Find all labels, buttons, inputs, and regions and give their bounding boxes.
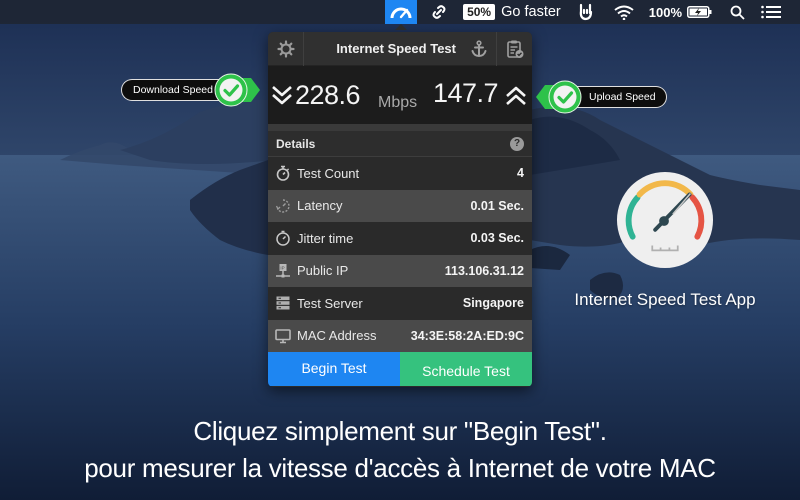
list-icon[interactable] [760,0,782,24]
detail-value: 113.106.31.12 [444,263,524,278]
pin-button[interactable] [466,32,492,66]
speedometer-app-icon [616,171,714,269]
upload-speed-value: 147.7 [433,78,499,108]
download-speed-value: 228.6 [295,79,361,110]
upload-speed-label: Upload Speed [569,86,667,108]
download-speed-callout: Download Speed [121,73,260,107]
gear-icon [276,39,295,58]
detail-row-test-count: Test Count 4 [268,157,532,190]
detail-label: Latency [297,198,343,214]
detail-value: 0.03 Sec. [470,231,524,246]
detail-label: Test Server [297,295,363,311]
monitor-icon [274,327,292,345]
latency-icon [274,197,292,215]
boost-badge[interactable]: 50% [463,4,496,20]
stopwatch-icon [274,164,292,182]
details-header: Details ? [268,131,532,157]
detail-value: 4 [517,166,524,181]
panel-title: Internet Speed Test [336,41,456,56]
begin-test-button[interactable]: Begin Test [268,352,400,386]
detail-value: Singapore [462,296,524,311]
detail-row-mac-address: MAC Address 34:3E:58:2A:ED:9C [268,319,532,352]
caption-line-1: Cliquez simplement sur "Begin Test". [193,416,607,446]
detail-label: Jitter time [297,230,354,246]
svg-text:IP: IP [280,265,284,270]
action-buttons: Begin Test Schedule Test [268,352,532,386]
check-badge-icon [214,73,260,107]
server-icon [274,294,292,312]
battery-charging-icon[interactable] [686,0,714,24]
app-name: Internet Speed Test App [574,290,756,309]
panel-header: Internet Speed Test [268,32,532,66]
timer-icon [274,229,292,247]
network-ip-icon: IP [274,262,292,280]
schedule-test-button[interactable]: Schedule Test [400,352,532,386]
detail-row-public-ip: IP Public IP 113.106.31.12 [268,254,532,287]
detail-row-latency: Latency 0.01 Sec. [268,189,532,222]
detail-label: MAC Address [297,328,377,344]
download-arrow-icon [272,86,292,105]
speed-readout: 228.6 Mbps 147.7 [268,66,532,124]
upload-speed-callout: Upload Speed [535,79,667,115]
upload-arrow-icon [506,86,526,105]
menu-bar: 50% Go faster 100% [0,0,800,24]
report-button[interactable] [496,32,532,66]
details-heading: Details [276,136,316,151]
rock-hand-icon[interactable] [577,0,595,24]
clipboard-check-icon [506,40,523,58]
speed-test-popover: Internet Speed Test 228.6 Mbps 147.7 Det… [268,32,532,387]
detail-row-jitter: Jitter time 0.03 Sec. [268,222,532,255]
go-faster-label[interactable]: Go faster [501,4,561,20]
wifi-icon[interactable] [613,0,635,24]
battery-percent: 100% [648,4,682,20]
detail-row-test-server: Test Server Singapore [268,287,532,320]
settings-button[interactable] [268,32,304,66]
check-badge-icon [536,80,582,114]
anchor-icon [471,39,487,57]
speedometer-icon[interactable] [385,0,418,24]
detail-value: 0.01 Sec. [470,198,524,213]
help-icon[interactable]: ? [510,136,524,151]
detail-label: Test Count [297,165,360,181]
link-icon[interactable] [429,0,449,24]
caption-line-2: pour mesurer la vitesse d'accès à Intern… [84,453,716,483]
detail-label: Public IP [297,263,349,279]
separator [268,124,532,131]
detail-value: 34:3E:58:2A:ED:9C [410,328,524,343]
speed-unit: Mbps [378,94,418,111]
search-icon[interactable] [728,0,746,24]
